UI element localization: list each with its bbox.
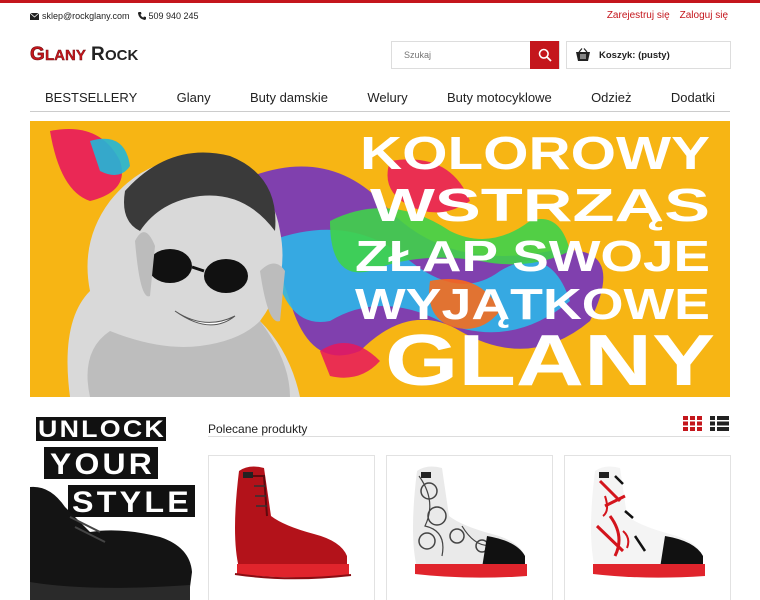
banner-artwork: KOLOROWY WSTRZĄS ZŁAP SWOJE WYJĄTKOWE GL… (50, 127, 715, 397)
product-image (413, 466, 527, 578)
svg-text:G: G (30, 44, 45, 64)
main-nav: BESTSELLERY Glany Buty damskie Welury Bu… (30, 90, 730, 112)
svg-text:OCK: OCK (105, 47, 139, 64)
sidebox-line-2: YOUR (50, 448, 155, 481)
product-card[interactable] (208, 455, 375, 600)
search-icon (538, 48, 552, 62)
list-view-icon[interactable] (710, 416, 729, 431)
phone-icon (137, 12, 146, 20)
section-divider (208, 436, 730, 437)
view-toggle (683, 416, 729, 431)
contact-info: sklep@rockglany.com 509 940 245 (30, 11, 199, 21)
svg-text:R: R (91, 44, 105, 64)
banner-line-5: GLANY (385, 321, 715, 397)
nav-item-accessories[interactable]: Dodatki (671, 90, 715, 111)
nav-item-glany[interactable]: Glany (177, 90, 211, 111)
banner-line-3: ZŁAP SWOJE (355, 232, 710, 281)
envelope-icon (30, 12, 39, 20)
site-logo[interactable]: G LANY R OCK (30, 40, 156, 66)
search-box (391, 41, 560, 69)
nav-item-clothing[interactable]: Odzież (591, 90, 631, 111)
product-card[interactable] (386, 455, 553, 600)
nav-item-womens-shoes[interactable]: Buty damskie (250, 90, 328, 111)
svg-text:LANY: LANY (45, 47, 86, 64)
nav-item-motorcycle-boots[interactable]: Buty motocyklowe (447, 90, 552, 111)
product-image (234, 466, 352, 580)
basket-icon (576, 48, 590, 61)
hero-banner[interactable]: KOLOROWY WSTRZĄS ZŁAP SWOJE WYJĄTKOWE GL… (30, 121, 730, 397)
product-card[interactable] (564, 455, 731, 600)
email-text: sklep@rockglany.com (42, 11, 130, 21)
top-bar: sklep@rockglany.com 509 940 245 Zarejest… (0, 0, 760, 30)
nav-item-welury[interactable]: Welury (367, 90, 407, 111)
search-button[interactable] (530, 41, 559, 69)
unlock-style-artwork: UNLOCK YOUR STYLE (30, 417, 195, 600)
nav-item-bestsellers[interactable]: BESTSELLERY (45, 90, 137, 111)
banner-line-1: KOLOROWY (360, 127, 710, 179)
search-input[interactable] (392, 42, 531, 68)
unlock-style-banner[interactable]: UNLOCK YOUR STYLE (30, 417, 195, 600)
featured-title: Polecane produkty (208, 422, 308, 436)
phone-text: 509 940 245 (148, 11, 199, 21)
sidebox-line-1: UNLOCK (38, 417, 166, 443)
login-link[interactable]: Zaloguj się (680, 10, 728, 21)
register-link[interactable]: Zarejestruj się (607, 10, 670, 21)
grid-view-icon[interactable] (683, 416, 702, 431)
product-image (591, 466, 705, 578)
phone-contact[interactable]: 509 940 245 (137, 11, 199, 21)
email-contact[interactable]: sklep@rockglany.com (30, 11, 130, 21)
cart-label: Koszyk: (pusty) (599, 49, 670, 61)
cart-button[interactable]: Koszyk: (pusty) (566, 41, 731, 69)
sidebox-line-3: STYLE (72, 486, 192, 519)
account-links: Zarejestruj się Zaloguj się (607, 10, 728, 21)
banner-line-2: WSTRZĄS (370, 179, 710, 231)
